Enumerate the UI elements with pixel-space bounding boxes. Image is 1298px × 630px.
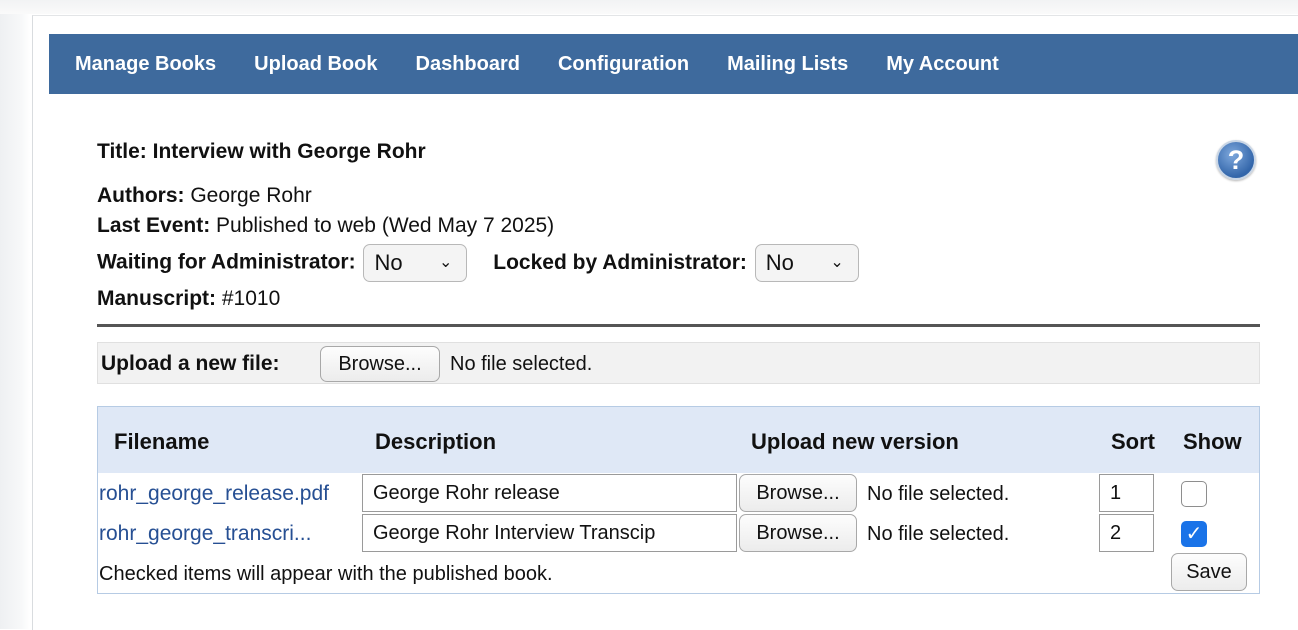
admin-status-line: Waiting for Administrator: No ⌄ Locked b…: [97, 244, 859, 282]
manuscript-line: Manuscript: #1010: [97, 287, 280, 311]
waiting-label: Waiting for Administrator:: [97, 250, 356, 274]
col-upload-new-version: Upload new version: [751, 429, 959, 454]
last-event-label: Last Event:: [97, 214, 211, 237]
checkmark-icon: ✓: [1185, 523, 1203, 545]
nav-manage-books[interactable]: Manage Books: [75, 53, 216, 76]
nav-mailing-lists[interactable]: Mailing Lists: [727, 53, 848, 76]
nav-configuration[interactable]: Configuration: [558, 53, 689, 76]
show-checkbox[interactable]: ✓: [1181, 521, 1207, 547]
col-filename: Filename: [114, 429, 210, 454]
locked-select[interactable]: No ⌄: [754, 244, 859, 282]
file-link[interactable]: rohr_george_transcri...: [99, 522, 311, 546]
left-shadow: [0, 0, 30, 629]
upload-browse-button[interactable]: Browse...: [320, 346, 440, 382]
version-status: No file selected.: [867, 523, 1010, 545]
authors-label: Authors:: [97, 184, 185, 207]
last-event-line: Last Event: Published to web (Wed May 7 …: [97, 214, 554, 238]
file-link[interactable]: rohr_george_release.pdf: [99, 482, 329, 506]
col-show: Show: [1183, 429, 1242, 454]
files-table: Filename Description Upload new version …: [97, 406, 1260, 594]
locked-select-value: No: [765, 250, 794, 275]
authors-value: George Rohr: [190, 184, 312, 207]
col-description: Description: [375, 429, 497, 454]
col-sort: Sort: [1111, 429, 1155, 454]
version-status: No file selected.: [867, 483, 1010, 505]
sort-input[interactable]: 1: [1099, 474, 1154, 512]
save-button[interactable]: Save: [1171, 553, 1247, 591]
top-nav: Manage Books Upload Book Dashboard Confi…: [49, 34, 1298, 94]
sort-input[interactable]: 2: [1099, 514, 1154, 552]
book-title: Title: Interview with George Rohr: [97, 140, 426, 163]
authors-line: Authors: George Rohr: [97, 184, 312, 208]
nav-dashboard[interactable]: Dashboard: [416, 53, 520, 76]
chevron-down-icon: ⌄: [830, 254, 844, 271]
divider: [97, 324, 1260, 327]
last-event-value: Published to web (Wed May 7 2025): [216, 214, 555, 237]
waiting-select[interactable]: No ⌄: [363, 244, 468, 282]
upload-label: Upload a new file:: [101, 352, 280, 375]
version-browse-button[interactable]: Browse...: [739, 474, 857, 512]
upload-status: No file selected.: [450, 353, 593, 375]
waiting-select-value: No: [374, 250, 403, 275]
nav-upload-book[interactable]: Upload Book: [254, 53, 377, 76]
chevron-down-icon: ⌄: [439, 254, 453, 271]
upload-new-file-bar: Upload a new file: Browse... No file sel…: [97, 342, 1260, 384]
nav-my-account[interactable]: My Account: [886, 53, 999, 76]
locked-label: Locked by Administrator:: [493, 250, 747, 274]
description-input[interactable]: George Rohr Interview Transcip: [362, 514, 737, 552]
help-question-icon[interactable]: ?: [1216, 140, 1256, 180]
show-checkbox[interactable]: [1181, 481, 1207, 507]
manuscript-value: #1010: [221, 287, 281, 310]
description-input[interactable]: George Rohr release: [362, 474, 737, 512]
table-header: Filename Description Upload new version …: [98, 407, 1259, 473]
footer-note: Checked items will appear with the publi…: [99, 563, 553, 585]
manuscript-label: Manuscript:: [97, 287, 217, 310]
top-shadow: [0, 0, 1298, 14]
version-browse-button[interactable]: Browse...: [739, 514, 857, 552]
